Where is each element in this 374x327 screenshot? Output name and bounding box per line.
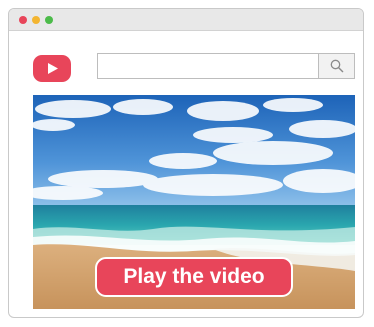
window-titlebar xyxy=(9,9,363,31)
search-icon xyxy=(330,59,344,73)
search-bar xyxy=(97,53,355,79)
search-input[interactable] xyxy=(98,54,319,78)
browser-window: Play the video xyxy=(8,8,364,318)
maximize-window-button[interactable] xyxy=(45,16,53,24)
video-thumbnail[interactable]: Play the video xyxy=(33,95,355,309)
video-play-logo-icon[interactable] xyxy=(33,55,71,82)
minimize-window-button[interactable] xyxy=(32,16,40,24)
play-video-button[interactable]: Play the video xyxy=(95,257,293,297)
search-button[interactable] xyxy=(318,54,354,78)
close-window-button[interactable] xyxy=(19,16,27,24)
